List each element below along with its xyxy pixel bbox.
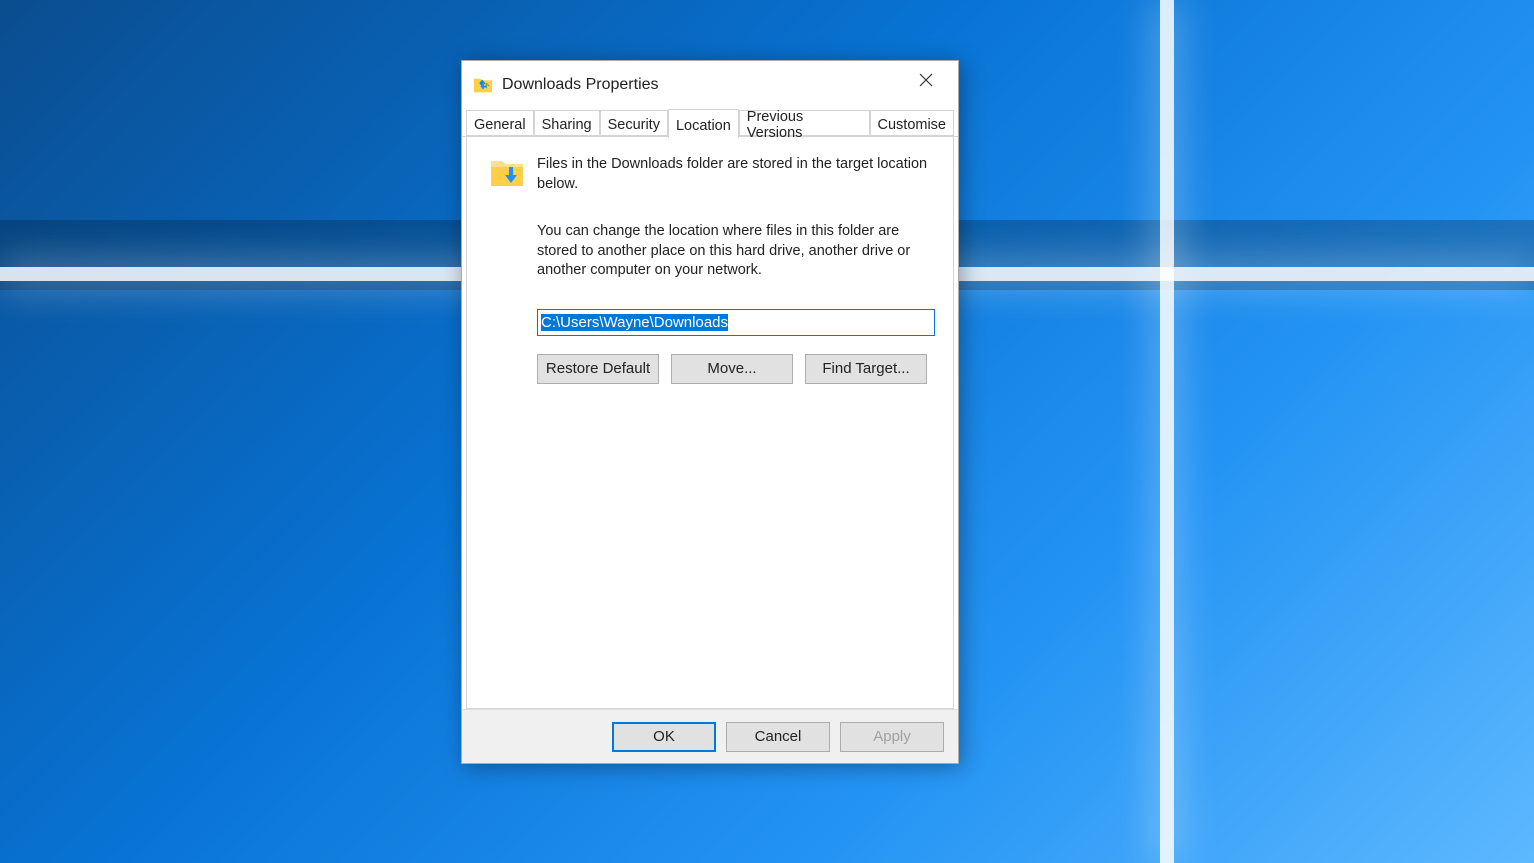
- downloads-folder-large-icon: [489, 155, 525, 191]
- tab-content-location: Files in the Downloads folder are stored…: [466, 137, 954, 709]
- tab-security[interactable]: Security: [600, 110, 668, 136]
- dialog-title: Downloads Properties: [502, 76, 903, 94]
- tab-general[interactable]: General: [466, 110, 534, 136]
- desktop-background-light-v: [1160, 0, 1174, 863]
- apply-button[interactable]: Apply: [840, 722, 944, 752]
- downloads-folder-icon: [472, 74, 494, 96]
- location-path-input[interactable]: [537, 309, 935, 336]
- dialog-titlebar[interactable]: Downloads Properties: [462, 61, 958, 109]
- location-intro-1: Files in the Downloads folder are stored…: [537, 155, 931, 194]
- restore-default-button[interactable]: Restore Default: [537, 354, 659, 384]
- tab-sharing[interactable]: Sharing: [534, 110, 600, 136]
- ok-button[interactable]: OK: [612, 722, 716, 752]
- cancel-button[interactable]: Cancel: [726, 722, 830, 752]
- close-icon: [919, 73, 933, 87]
- close-button[interactable]: [903, 65, 948, 95]
- tab-customise[interactable]: Customise: [870, 110, 955, 136]
- find-target-button[interactable]: Find Target...: [805, 354, 927, 384]
- downloads-properties-dialog: Downloads Properties General Sharing Sec…: [461, 60, 959, 764]
- tabs-row: General Sharing Security Location Previo…: [462, 109, 958, 137]
- move-button[interactable]: Move...: [671, 354, 793, 384]
- location-intro-2: You can change the location where files …: [537, 222, 931, 281]
- tab-previous-versions[interactable]: Previous Versions: [739, 110, 870, 136]
- tab-location[interactable]: Location: [668, 109, 739, 138]
- dialog-button-bar: OK Cancel Apply: [462, 709, 958, 763]
